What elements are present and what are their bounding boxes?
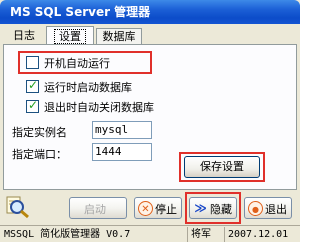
- tab-database-label: 数据库: [102, 30, 136, 43]
- instance-name-input[interactable]: mysql: [92, 121, 152, 139]
- check-mark-icon: ✓: [27, 78, 39, 92]
- tab-log-label: 日志: [13, 29, 35, 42]
- tab-settings-label: 设置: [54, 29, 86, 44]
- status-author: 将军: [187, 227, 211, 242]
- toolbar: 启动 ✕ 停止 ≫ 隐藏 ● 退出: [0, 191, 300, 225]
- close-db-checkbox[interactable]: ✓: [26, 98, 39, 113]
- status-app-name: MSSQL 简化版管理器 V0.7: [4, 229, 131, 240]
- tab-log[interactable]: 日志: [4, 28, 44, 45]
- status-bar: MSSQL 简化版管理器 V0.7 将军 2007.12.01: [0, 225, 300, 242]
- app-window: MS SQL Server 管理器 日志 设置 数据库 开机自动运行 ✓ 运行时…: [0, 0, 300, 242]
- autostart-label: 开机自动运行: [44, 57, 110, 70]
- check-mark-icon: ✓: [27, 98, 39, 112]
- stop-label: 停止: [155, 203, 177, 216]
- tab-settings[interactable]: 设置: [46, 26, 94, 45]
- stop-button[interactable]: ✕ 停止: [134, 197, 182, 219]
- exit-icon: ●: [248, 201, 263, 216]
- instance-name-label: 指定实例名: [12, 126, 67, 139]
- hide-button[interactable]: ≫ 隐藏: [189, 197, 237, 219]
- exit-button[interactable]: ● 退出: [244, 197, 292, 219]
- port-label: 指定端口：: [12, 148, 67, 161]
- start-db-checkbox[interactable]: ✓: [26, 78, 39, 93]
- exit-label: 退出: [265, 203, 287, 216]
- double-chevron-down-icon: ≫: [194, 201, 207, 215]
- start-label: 启动: [84, 203, 106, 216]
- start-db-label: 运行时启动数据库: [44, 81, 132, 94]
- close-db-label: 退出时自动关闭数据库: [44, 101, 154, 114]
- title-bar[interactable]: MS SQL Server 管理器: [0, 0, 300, 24]
- stop-icon: ✕: [138, 201, 153, 216]
- tab-bar: 日志 设置 数据库: [0, 24, 300, 45]
- port-input[interactable]: 1444: [92, 143, 152, 161]
- magnifier-icon[interactable]: [4, 195, 34, 221]
- autostart-checkbox[interactable]: [26, 56, 39, 69]
- magnifier-svg: [6, 196, 29, 219]
- window-title: MS SQL Server 管理器: [10, 5, 151, 19]
- save-settings-label: 保存设置: [200, 160, 244, 173]
- tab-database[interactable]: 数据库: [96, 28, 142, 45]
- settings-panel: 开机自动运行 ✓ 运行时启动数据库 ✓ 退出时自动关闭数据库 指定实例名 mys…: [3, 44, 297, 190]
- hide-label: 隐藏: [210, 203, 232, 216]
- status-date: 2007.12.01: [224, 227, 288, 242]
- start-button[interactable]: 启动: [69, 197, 127, 219]
- save-settings-button[interactable]: 保存设置: [184, 156, 260, 178]
